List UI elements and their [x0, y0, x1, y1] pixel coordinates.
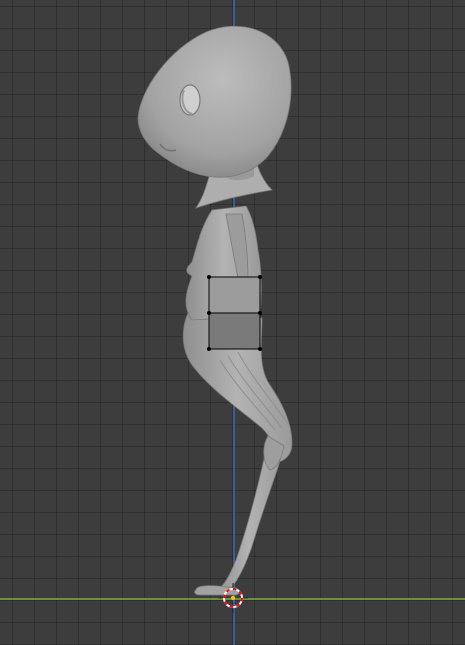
mesh-face-top[interactable] — [208, 276, 261, 314]
mesh-face-bottom[interactable] — [208, 312, 261, 350]
head — [137, 25, 292, 178]
mesh-vertex[interactable] — [258, 347, 262, 351]
viewport-scene[interactable] — [0, 0, 465, 645]
selected-mesh[interactable] — [207, 275, 262, 351]
mesh-vertex[interactable] — [207, 311, 211, 315]
mesh-vertex[interactable] — [258, 275, 262, 279]
mesh-vertex[interactable] — [258, 311, 262, 315]
mesh-vertex[interactable] — [207, 347, 211, 351]
3d-viewport[interactable] — [0, 0, 465, 645]
mesh-vertex[interactable] — [207, 275, 211, 279]
